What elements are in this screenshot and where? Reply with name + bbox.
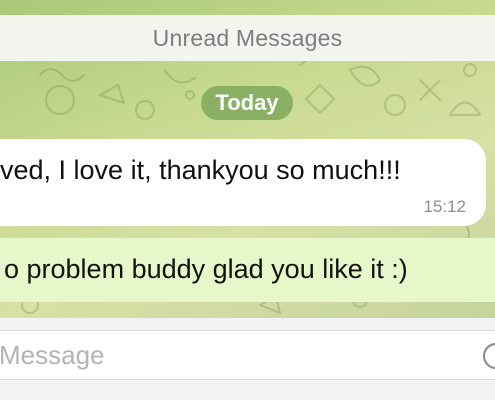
message-timestamp: 15:12 [423, 197, 466, 216]
date-separator: Today [201, 86, 293, 120]
message-input[interactable] [0, 330, 495, 380]
outgoing-message-text: o problem buddy glad you like it :) [4, 254, 408, 284]
outgoing-message-bubble[interactable]: o problem buddy glad you like it :) [0, 238, 495, 302]
chat-screen: Unread Messages Today ved, I love it, th… [0, 0, 495, 400]
unread-messages-banner: Unread Messages [0, 15, 495, 61]
sticker-icon[interactable] [481, 341, 495, 371]
incoming-message-text: ved, I love it, thankyou so much!!! [0, 155, 401, 185]
message-composer-bar [0, 318, 495, 400]
incoming-message-bubble[interactable]: ved, I love it, thankyou so much!!! 15:1… [0, 139, 486, 226]
